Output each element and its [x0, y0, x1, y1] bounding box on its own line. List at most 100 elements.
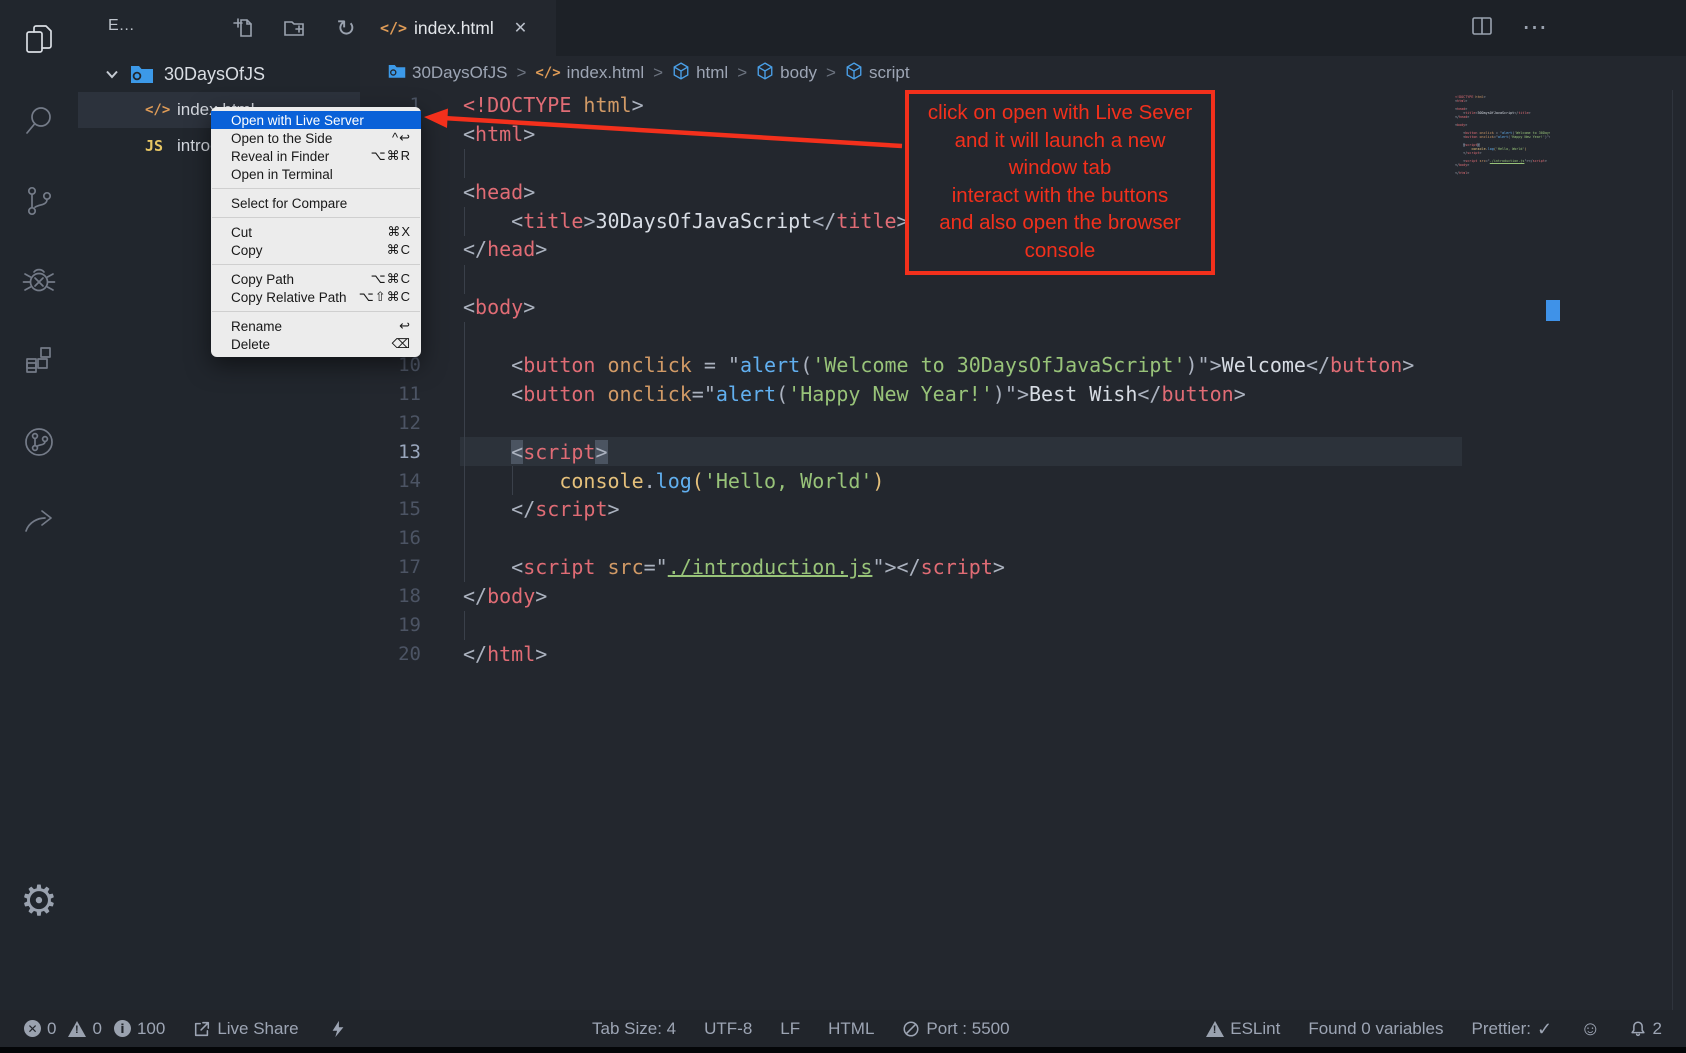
breadcrumb-item-index-html[interactable]: </>index.html: [535, 63, 644, 83]
line-number[interactable]: 14: [360, 467, 421, 496]
close-tab-icon[interactable]: ✕: [514, 18, 527, 38]
split-editor-icon[interactable]: [1470, 14, 1494, 43]
line-number[interactable]: 12: [360, 409, 421, 438]
info-icon: i: [114, 1020, 131, 1037]
tab-size-indicator[interactable]: Tab Size: 4: [592, 1019, 676, 1039]
code-line[interactable]: <script src="./introduction.js"></script…: [463, 553, 1414, 582]
menu-item-shortcut: ⌘C: [387, 242, 411, 258]
error-icon: ✕: [24, 1020, 41, 1037]
live-server-port[interactable]: Port : 5500: [902, 1019, 1009, 1039]
refresh-explorer-icon[interactable]: ↻: [332, 14, 360, 42]
line-number[interactable]: 15: [360, 495, 421, 524]
menu-item-shortcut: ⌥⌘R: [371, 148, 411, 164]
run-debug-icon[interactable]: [0, 252, 78, 310]
line-number[interactable]: 11: [360, 380, 421, 409]
explorer-icon[interactable]: [0, 12, 78, 70]
menu-item-cut[interactable]: Cut ⌘X: [211, 223, 421, 241]
menu-item-label: Copy Path: [231, 272, 294, 287]
eslint-status[interactable]: ! ESLint: [1206, 1019, 1280, 1039]
line-number[interactable]: 13: [360, 438, 421, 467]
code-line[interactable]: </script>: [463, 495, 1414, 524]
line-number[interactable]: 18: [360, 582, 421, 611]
menu-item-delete[interactable]: Delete⌫: [211, 335, 421, 353]
menu-item-copy-path[interactable]: Copy Path⌥⌘C: [211, 270, 421, 288]
menu-item-rename[interactable]: Rename↩: [211, 317, 421, 335]
js-file-icon: JS: [145, 137, 175, 155]
code-line[interactable]: <body>: [463, 293, 1414, 322]
workspace-folder-row[interactable]: 30DaysOfJS: [78, 56, 360, 92]
menu-item-reveal-in-finder[interactable]: Reveal in Finder⌥⌘R: [211, 147, 421, 165]
problems-errors[interactable]: ✕ 0: [24, 1019, 56, 1039]
breadcrumb-label: body: [780, 63, 817, 83]
menu-item-open-with-live-server[interactable]: Open with Live Server: [211, 111, 421, 129]
code-line[interactable]: <button onclick="alert('Happy New Year!'…: [463, 380, 1414, 409]
menu-separator: [212, 264, 420, 265]
cube-icon: [756, 62, 774, 85]
code-line[interactable]: [463, 524, 1414, 553]
status-bar: ✕ 0 ! 0 i 100 Live Share Tab Size: 4 UTF…: [0, 1010, 1686, 1047]
tab-index-html[interactable]: </> index.html ✕: [360, 0, 556, 56]
breadcrumb-separator: >: [653, 63, 663, 83]
problems-warnings[interactable]: ! 0: [68, 1019, 101, 1039]
more-actions-icon[interactable]: ⋯: [1522, 14, 1547, 40]
tab-title: index.html: [414, 18, 494, 39]
menu-item-open-to-the-side[interactable]: Open to the Side ^↩: [211, 129, 421, 147]
menu-item-label: Open to the Side: [231, 131, 332, 146]
notifications-bell[interactable]: 2: [1629, 1019, 1662, 1039]
code-line[interactable]: <button onclick = "alert('Welcome to 30D…: [463, 351, 1414, 380]
code-line[interactable]: <button onclick="alert('Happy New Year!'…: [1455, 135, 1550, 139]
activity-bar: ⚙: [0, 0, 78, 1010]
code-line[interactable]: </html>: [463, 640, 1414, 669]
workspace-name: 30DaysOfJS: [164, 64, 265, 85]
eol-indicator[interactable]: LF: [780, 1019, 800, 1039]
code-line[interactable]: </html>: [1455, 171, 1550, 175]
code-line[interactable]: [463, 322, 1414, 351]
encoding-indicator[interactable]: UTF-8: [704, 1019, 752, 1039]
code-line[interactable]: console.log('Hello, World'): [463, 467, 1414, 496]
variables-count[interactable]: Found 0 variables: [1308, 1019, 1443, 1039]
problems-infos[interactable]: i 100: [114, 1019, 165, 1039]
line-number[interactable]: 16: [360, 524, 421, 553]
breadcrumb-separator: >: [516, 63, 526, 83]
live-share-status[interactable]: Live Share: [193, 1019, 298, 1039]
menu-item-copy[interactable]: Copy⌘C: [211, 241, 421, 259]
breadcrumb-item-html[interactable]: html: [672, 62, 728, 85]
vscode-window: ⚙ E… ↻ 30DaysOfJS </>: [0, 0, 1686, 1053]
live-share-icon[interactable]: [0, 493, 78, 551]
html-file-icon: </>: [145, 102, 175, 118]
code-line[interactable]: [463, 611, 1414, 640]
minimap[interactable]: <!DOCTYPE html><html><head> <title>30Day…: [1455, 95, 1550, 175]
settings-gear-icon[interactable]: ⚙: [0, 872, 78, 930]
html-file-icon: </>: [535, 65, 560, 81]
feedback-smiley-icon[interactable]: ☺: [1580, 1019, 1600, 1039]
new-folder-icon[interactable]: [281, 14, 309, 42]
breadcrumb-item-body[interactable]: body: [756, 62, 817, 85]
menu-item-open-in-terminal[interactable]: Open in Terminal: [211, 165, 421, 183]
source-control-icon[interactable]: [0, 172, 78, 230]
lightning-icon[interactable]: [329, 1020, 347, 1038]
window-bottom-strip: [0, 1047, 1686, 1053]
menu-item-shortcut: ⌘X: [387, 224, 411, 240]
code-line[interactable]: [463, 409, 1414, 438]
gitlens-icon[interactable]: [0, 413, 78, 471]
breadcrumb-item-30daysofjs[interactable]: 30DaysOfJS: [388, 62, 507, 85]
language-indicator[interactable]: HTML: [828, 1019, 874, 1039]
code-line[interactable]: </body>: [463, 582, 1414, 611]
prettier-status[interactable]: Prettier: ✓: [1471, 1019, 1552, 1039]
breadcrumb-item-script[interactable]: script: [845, 62, 910, 85]
new-file-icon[interactable]: [230, 14, 258, 42]
extensions-icon[interactable]: [0, 333, 78, 391]
line-number[interactable]: 20: [360, 640, 421, 669]
line-number[interactable]: 17: [360, 553, 421, 582]
warning-icon: !: [68, 1021, 86, 1037]
code-line[interactable]: <script>: [463, 438, 1414, 467]
menu-item-shortcut: ⌥⇧⌘C: [359, 289, 411, 305]
menu-item-select-for-compare[interactable]: Select for Compare: [211, 194, 421, 212]
menu-item-label: Cut: [231, 225, 252, 240]
line-number[interactable]: 19: [360, 611, 421, 640]
breadcrumbs: 30DaysOfJS></>index.html>html>body>scrip…: [388, 56, 910, 90]
menu-separator: [212, 311, 420, 312]
menu-item-copy-relative-path[interactable]: Copy Relative Path⌥⇧⌘C: [211, 288, 421, 306]
search-icon[interactable]: [0, 92, 78, 150]
menu-item-shortcut: ^↩: [392, 130, 411, 146]
